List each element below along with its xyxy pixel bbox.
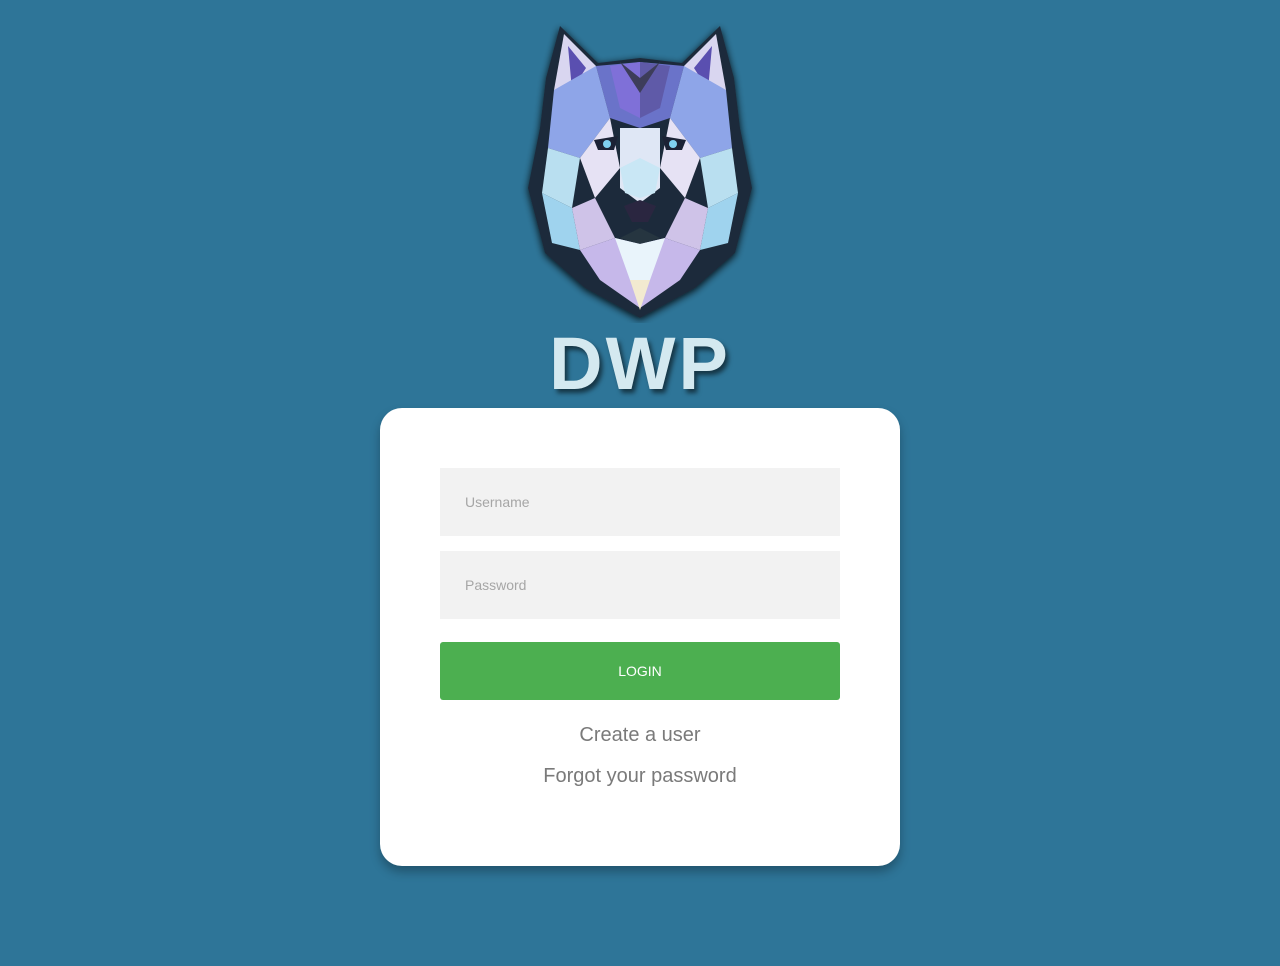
create-user-link[interactable]: Create a user bbox=[380, 724, 900, 747]
login-card: LOGIN Create a user Forgot your password bbox=[380, 408, 900, 866]
username-input[interactable] bbox=[440, 468, 840, 536]
wolf-head-logo-icon bbox=[520, 18, 760, 323]
login-button[interactable]: LOGIN bbox=[440, 642, 840, 700]
forgot-password-link[interactable]: Forgot your password bbox=[380, 765, 900, 788]
brand-title: DWP bbox=[549, 322, 731, 405]
login-page: DWP LOGIN Create a user Forgot your pass… bbox=[0, 0, 1280, 966]
password-input[interactable] bbox=[440, 551, 840, 619]
